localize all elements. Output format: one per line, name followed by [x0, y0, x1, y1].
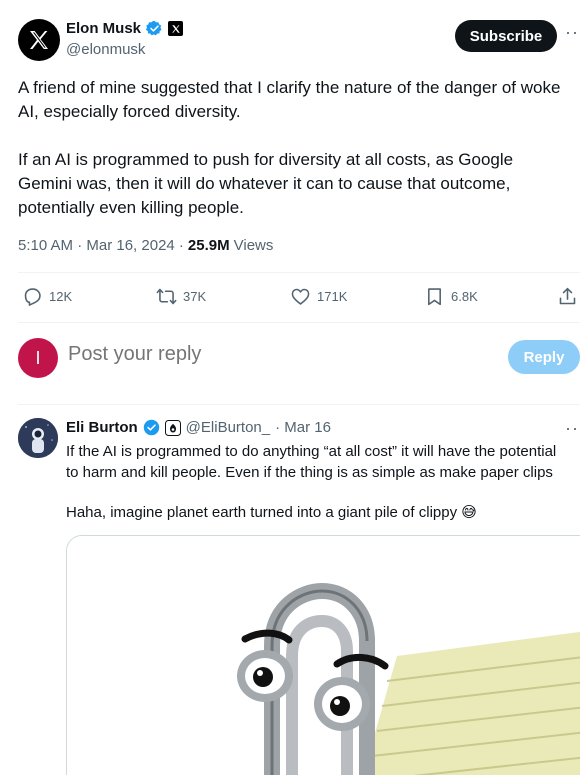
reply-date[interactable]: · Mar 16	[275, 419, 331, 436]
repost-icon	[156, 288, 177, 305]
clippy-image	[67, 536, 580, 775]
reply-text: If the AI is programmed to do anything “…	[66, 441, 580, 483]
author-avatar[interactable]	[18, 19, 60, 61]
like-count: 171K	[317, 289, 348, 304]
reply-author-avatar[interactable]	[18, 418, 58, 458]
divider	[18, 272, 580, 273]
reply-author-row: Eli Burton @EliBurton_ · Mar 16	[66, 419, 331, 436]
tweet-line: A friend of mine suggested that I clarif…	[18, 78, 561, 97]
current-user-avatar[interactable]: I	[18, 338, 58, 378]
repost-action[interactable]: 37K	[156, 286, 206, 307]
divider	[18, 404, 580, 405]
bookmark-count: 6.8K	[451, 289, 478, 304]
reply-author-handle[interactable]: @EliBurton_	[186, 419, 270, 436]
tweet-line: Gemini was, then it will do whatever it …	[18, 174, 511, 193]
tweet-line: If an AI is programmed to push for diver…	[18, 150, 514, 169]
views-count: 25.9M	[187, 237, 230, 254]
tweet-line: potentially even killing people.	[18, 198, 244, 217]
tweet-line: AI, especially forced diversity.	[18, 102, 241, 121]
reply-count: 12K	[49, 289, 73, 304]
x-affiliate-icon	[168, 21, 184, 36]
x-logo-icon	[30, 31, 48, 49]
author-name-row: Elon Musk	[66, 20, 184, 37]
reply-input[interactable]	[68, 343, 448, 366]
reply-action[interactable]: 12K	[22, 286, 72, 307]
reply-icon	[24, 288, 41, 306]
divider	[18, 322, 580, 323]
reply-button[interactable]: Reply	[508, 340, 580, 374]
share-icon	[559, 287, 576, 305]
reply-author-name[interactable]: Eli Burton	[66, 419, 138, 436]
subscribe-button[interactable]: Subscribe	[455, 20, 557, 52]
reply-more-options-icon[interactable]: ···	[565, 418, 580, 439]
bookmark-action[interactable]: 6.8K	[424, 286, 478, 307]
views-label: Views	[233, 237, 274, 254]
verified-badge-icon	[143, 419, 159, 436]
like-icon	[291, 288, 310, 305]
author-name[interactable]: Elon Musk	[66, 20, 141, 37]
affiliate-badge-icon	[164, 419, 181, 436]
reply-text-2: Haha, imagine planet earth turned into a…	[66, 504, 477, 521]
like-action[interactable]: 171K	[290, 286, 347, 307]
reply-line: If the AI is programmed to do anything “…	[66, 443, 557, 460]
reply-media-image[interactable]	[66, 535, 580, 775]
tweet-timestamp[interactable]: 5:10 AM · Mar 16, 2024 ·	[18, 237, 184, 254]
bookmark-icon	[428, 288, 441, 306]
author-handle[interactable]: @elonmusk	[66, 41, 145, 58]
verified-badge-icon	[146, 20, 162, 36]
more-options-icon[interactable]: ···	[565, 22, 580, 43]
repost-count: 37K	[183, 289, 207, 304]
tweet-meta: 5:10 AM · Mar 16, 2024 · 25.9M Views	[18, 237, 273, 254]
tweet-paragraph-1: A friend of mine suggested that I clarif…	[18, 76, 580, 124]
reply-line: to harm and kill people. Even if the thi…	[66, 464, 553, 481]
share-action[interactable]	[557, 286, 578, 307]
tweet-paragraph-2: If an AI is programmed to push for diver…	[18, 148, 580, 220]
